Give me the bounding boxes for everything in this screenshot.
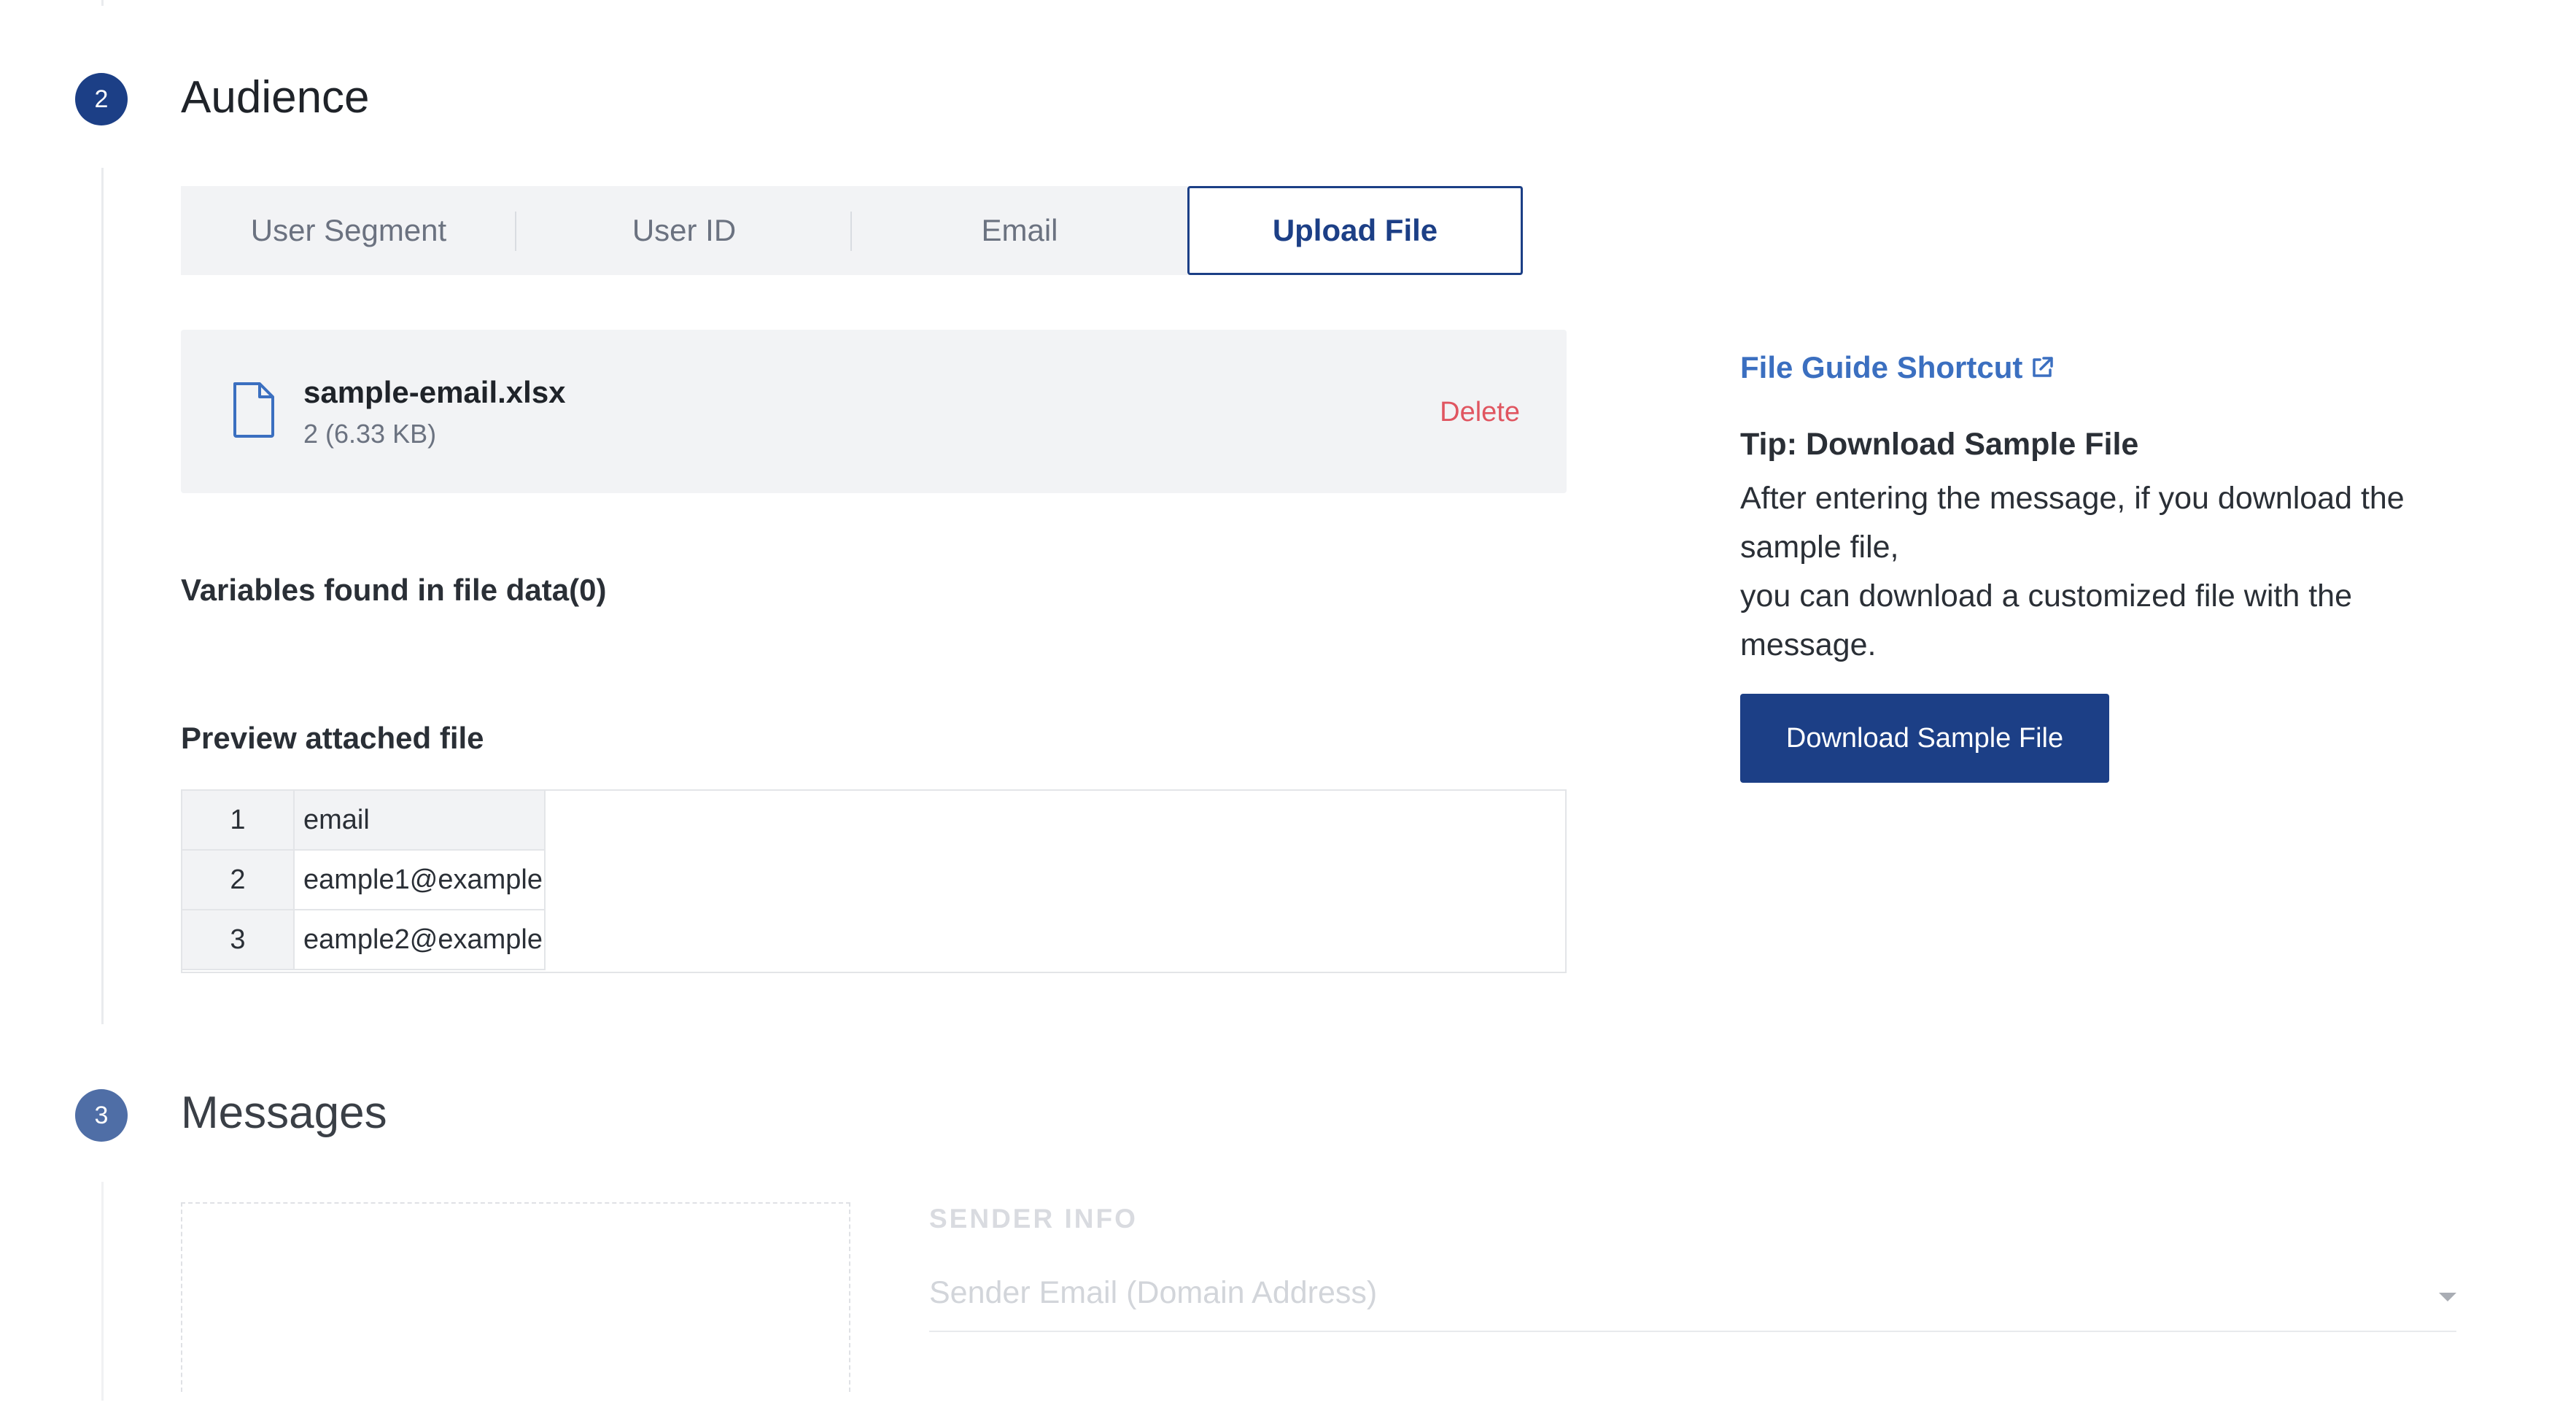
tip-title: Tip: Download Sample File <box>1740 427 2139 462</box>
tab-upload-file[interactable]: Upload File <box>1187 186 1523 275</box>
table-cell: eample1@example. <box>295 851 546 910</box>
row-number: 3 <box>182 910 295 970</box>
preview-table: 1 email 2 eample1@example. 3 eample2@exa… <box>181 789 1567 973</box>
row-number: 2 <box>182 851 295 910</box>
table-cell: eample2@example <box>295 910 546 970</box>
tip-line: After entering the message, if you downl… <box>1740 481 2405 516</box>
step-badge-audience: 2 <box>75 73 128 125</box>
uploaded-file-card: sample-email.xlsx 2 (6.33 KB) Delete <box>181 330 1567 493</box>
sender-email-select[interactable]: Sender Email (Domain Address) <box>929 1275 2456 1332</box>
tip-body: After entering the message, if you downl… <box>1740 474 2513 670</box>
tab-user-segment[interactable]: User Segment <box>181 186 516 275</box>
table-row: 2 eample1@example. <box>182 851 546 910</box>
section-title-audience: Audience <box>181 72 370 123</box>
preview-heading: Preview attached file <box>181 721 484 755</box>
file-name: sample-email.xlsx <box>303 375 566 409</box>
variables-heading: Variables found in file data(0) <box>181 573 607 607</box>
tip-line: sample file, <box>1740 530 1899 565</box>
sender-email-placeholder: Sender Email (Domain Address) <box>929 1275 1378 1310</box>
tab-user-id[interactable]: User ID <box>516 186 852 275</box>
step-connector-top <box>101 0 104 6</box>
audience-tabs: User Segment User ID Email Upload File <box>181 186 1523 275</box>
message-preview-area <box>181 1202 850 1392</box>
chevron-down-icon <box>2439 1293 2456 1301</box>
file-guide-link[interactable]: File Guide Shortcut <box>1740 350 2055 385</box>
file-icon <box>233 382 274 438</box>
file-meta: 2 (6.33 KB) <box>303 419 437 449</box>
step-connector-messages <box>101 1182 104 1401</box>
table-row: 3 eample2@example <box>182 910 546 970</box>
table-row: 1 email <box>182 791 546 851</box>
download-sample-file-button[interactable]: Download Sample File <box>1740 694 2109 783</box>
tip-line: message. <box>1740 627 1877 662</box>
step-badge-messages: 3 <box>75 1089 128 1142</box>
file-guide-link-label: File Guide Shortcut <box>1740 350 2023 384</box>
step-connector-audience <box>101 168 104 1024</box>
delete-file-button[interactable]: Delete <box>1440 397 1520 428</box>
table-cell: email <box>295 791 546 851</box>
section-title-messages: Messages <box>181 1088 387 1138</box>
row-number: 1 <box>182 791 295 851</box>
sender-info-label: SENDER INFO <box>929 1204 1138 1234</box>
external-link-icon <box>2033 357 2054 377</box>
tab-email[interactable]: Email <box>852 186 1187 275</box>
tip-line: you can download a customized file with … <box>1740 578 2352 614</box>
